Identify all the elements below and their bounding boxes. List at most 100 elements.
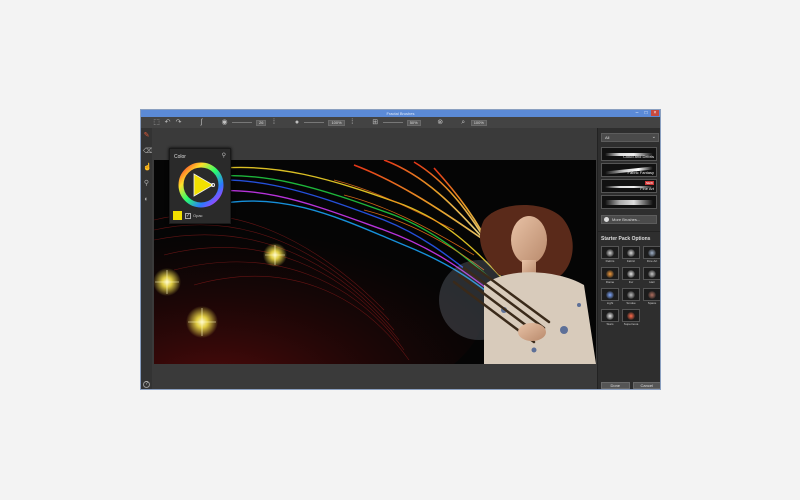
preset-fabric[interactable]: Fabric	[622, 246, 640, 264]
preset-label: Space	[647, 301, 657, 305]
app-window: Fractal Brushes – □ × ⬚ ↶ ↷ ʃ ◉ 26 ⁞ ● 1…	[140, 109, 661, 390]
chevron-down-icon: ⌄	[651, 134, 656, 140]
preset-thumbnail	[622, 246, 640, 259]
brush-item-more[interactable]	[601, 195, 657, 209]
opacity-icon: ●	[294, 119, 300, 126]
zoom-value[interactable]: 100%	[470, 119, 487, 126]
preset-supernova[interactable]: Supernova	[622, 309, 640, 327]
select-icon[interactable]: ⬚	[153, 119, 160, 126]
zoom-icon: ⌕	[461, 119, 466, 126]
opacity-step-icon[interactable]: ⁞	[349, 119, 356, 126]
preset-flame[interactable]: Flame	[601, 267, 619, 285]
color-picker-popup: Color ⚲ ✓ Opac	[169, 148, 231, 224]
preset-label: Supernova	[623, 322, 639, 326]
toolbar: ⬚ ↶ ↷ ʃ ◉ 26 ⁞ ● 100% ⁞ ⊞ 50% ⊗ ⌕ 100%	[141, 117, 660, 128]
canvas-area[interactable]: Color ⚲ ✓ Opac	[152, 128, 597, 389]
preset-label: Fine Art	[646, 259, 658, 263]
preset-preview-mark	[627, 269, 635, 278]
preset-preview-mark	[648, 290, 656, 299]
brush-category-value: All	[605, 135, 610, 140]
preset-thumbnail	[643, 288, 660, 301]
color-tool-icon[interactable]: ◐	[143, 196, 150, 203]
preset-fur[interactable]: Fur	[622, 267, 640, 285]
panel-divider	[598, 231, 660, 232]
preset-thumbnail	[601, 267, 619, 280]
brush-name: Fabric Fantasy	[627, 170, 654, 175]
plus-icon	[604, 217, 609, 222]
brush-name: Fine Art	[640, 186, 654, 191]
preset-stars[interactable]: Stars	[601, 309, 619, 327]
preset-grid: Debris Fabric Fine Art Flame Fur Hair Light Smo…	[601, 246, 660, 327]
preset-thumbnail	[601, 309, 619, 322]
help-icon[interactable]: ?	[143, 381, 150, 388]
cancel-button[interactable]: Cancel	[632, 382, 660, 389]
size-value[interactable]: 26	[256, 119, 267, 126]
brush-tool-icon[interactable]: ✎	[143, 132, 150, 139]
more-brushes-button[interactable]: More Brushes...	[601, 215, 657, 224]
minimize-button[interactable]: –	[633, 110, 641, 116]
preset-fine-art[interactable]: Fine Art	[643, 246, 660, 264]
undo-icon[interactable]: ↶	[164, 119, 171, 126]
preset-preview-mark	[606, 248, 614, 257]
preset-preview-mark	[606, 311, 614, 320]
size-slider[interactable]	[232, 122, 252, 123]
brush-panel: All ⌄ Cloud and Debris Fabric Fantasy NE…	[597, 128, 660, 389]
preset-thumbnail	[622, 309, 640, 322]
left-toolbar: ✎ ⌫ ☝ ⚲ ◐ ?	[141, 128, 153, 389]
redo-icon[interactable]: ↷	[175, 119, 182, 126]
close-button[interactable]: ×	[651, 110, 659, 116]
preset-label: Light	[606, 301, 614, 305]
size-step-icon[interactable]: ⁞	[270, 119, 277, 126]
done-button[interactable]: Done	[601, 382, 630, 389]
symmetry-icon[interactable]: ⊗	[437, 119, 444, 126]
preset-label: Debris	[605, 259, 615, 263]
preset-preview-mark	[606, 269, 614, 278]
preset-preview-mark	[606, 290, 614, 299]
preset-debris[interactable]: Debris	[601, 246, 619, 264]
preset-thumbnail	[643, 246, 660, 259]
dialog-buttons: Done Cancel	[601, 382, 660, 389]
color-wheel[interactable]	[178, 162, 224, 208]
flow-slider[interactable]	[382, 122, 403, 123]
new-badge: NEW	[645, 181, 654, 185]
preset-thumbnail	[601, 246, 619, 259]
opacity-value[interactable]: 100%	[328, 119, 345, 126]
preset-label: Hair	[649, 280, 655, 284]
maximize-button[interactable]: □	[642, 110, 650, 116]
preset-thumbnail	[601, 288, 619, 301]
brush-item-fine-art[interactable]: NEW Fine Art	[601, 179, 657, 193]
brush-category-dropdown[interactable]: All ⌄	[601, 133, 659, 142]
starter-pack-title: Starter Pack Options	[601, 236, 651, 242]
preset-thumbnail	[643, 267, 660, 280]
brush-name: Cloud and Debris	[623, 154, 654, 159]
brush-item-fabric-fantasy[interactable]: Fabric Fantasy	[601, 163, 657, 177]
eyedropper-tool-icon[interactable]: ⚲	[143, 180, 150, 187]
preset-space[interactable]: Space	[643, 288, 660, 306]
opacity-slider[interactable]	[304, 122, 325, 123]
titlebar: Fractal Brushes – □ ×	[141, 110, 660, 117]
smudge-tool-icon[interactable]: ☝	[143, 164, 152, 171]
preset-hair[interactable]: Hair	[643, 267, 660, 285]
size-icon: ◉	[221, 119, 228, 126]
preset-light[interactable]: Light	[601, 288, 619, 306]
opacity-label: Opac	[193, 213, 203, 218]
preset-label: Stars	[606, 322, 614, 326]
preset-label: Smoke	[626, 301, 636, 305]
preset-smoke[interactable]: Smoke	[622, 288, 640, 306]
preset-label: Fabric	[626, 259, 636, 263]
window-title: Fractal Brushes	[386, 111, 415, 116]
flow-icon: ⊞	[372, 119, 379, 126]
preset-label: Fur	[628, 280, 634, 284]
eraser-tool-icon[interactable]: ⌫	[143, 148, 153, 155]
brush-settings-icon[interactable]: ʃ	[198, 119, 205, 126]
preset-preview-mark	[648, 269, 656, 278]
brush-stroke-preview	[605, 200, 653, 205]
preset-preview-mark	[627, 290, 635, 299]
flow-value[interactable]: 50%	[406, 119, 421, 126]
eyedropper-icon[interactable]: ⚲	[222, 152, 226, 159]
current-color-swatch[interactable]	[173, 211, 182, 220]
preset-thumbnail	[622, 288, 640, 301]
opacity-checkbox[interactable]: ✓	[185, 213, 191, 219]
brush-list: Cloud and Debris Fabric Fantasy NEW Fine…	[601, 147, 657, 211]
brush-item-cloud-debris[interactable]: Cloud and Debris	[601, 147, 657, 161]
